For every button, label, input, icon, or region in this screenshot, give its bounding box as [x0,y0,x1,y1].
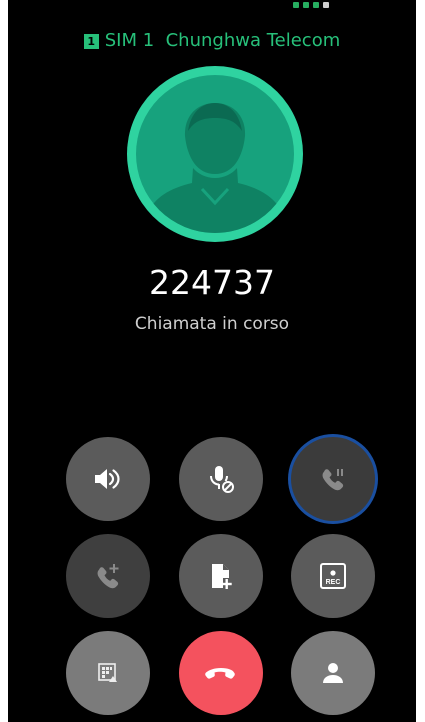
contact-avatar [127,66,303,242]
speaker-button[interactable] [66,437,150,521]
mute-button[interactable] [179,437,263,521]
signal-indicator [293,2,333,8]
speaker-icon [95,469,120,489]
contact-icon [323,663,343,683]
hold-button[interactable] [291,437,375,521]
sim-label: 1 SIM 1 Chunghwa Telecom [8,30,416,52]
add-note-button[interactable] [179,534,263,618]
add-call-icon [97,564,119,589]
record-button[interactable]: REC [291,534,375,618]
person-silhouette-icon [148,103,282,233]
mic-off-icon [210,466,234,493]
add-call-button[interactable] [66,534,150,618]
dialpad-button[interactable] [66,631,150,715]
record-icon: REC [320,563,346,589]
record-label: REC [326,579,341,586]
sim-carrier: SIM 1 Chunghwa Telecom [104,30,341,51]
end-call-button[interactable] [179,631,263,715]
phone-number: 224737 [149,263,275,302]
contacts-button[interactable] [291,631,375,715]
sim-badge-icon: 1 [83,33,99,49]
hang-up-icon [205,668,235,679]
call-screen: 1 SIM 1 Chunghwa Telecom 224737 Chiamata … [8,0,416,722]
dialpad-icon [98,663,117,682]
status-bar [8,0,416,12]
call-status: Chiamata in corso [134,314,290,334]
call-hold-icon [322,469,344,491]
add-note-icon [212,564,232,589]
